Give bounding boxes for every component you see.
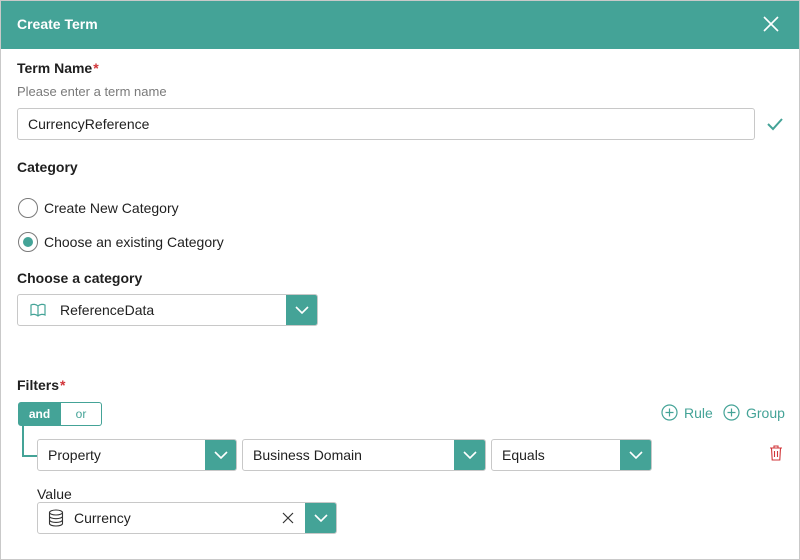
chevron-down-icon[interactable] <box>454 440 485 470</box>
rule-value-selected: Currency <box>74 510 131 526</box>
radio-button[interactable] <box>18 198 38 218</box>
add-circle-icon <box>723 404 740 421</box>
radio-choose-existing-category[interactable]: Choose an existing Category <box>18 231 224 253</box>
dialog-title: Create Term <box>17 16 98 32</box>
required-mark: * <box>60 377 66 393</box>
dialog-header: Create Term <box>1 1 799 49</box>
delete-rule-icon[interactable] <box>769 445 783 461</box>
rule-field-selected: Property <box>48 447 101 463</box>
required-mark: * <box>93 60 99 76</box>
term-name-value: CurrencyReference <box>28 116 150 132</box>
chevron-down-icon[interactable] <box>620 440 651 470</box>
radio-label: Choose an existing Category <box>44 234 224 250</box>
logic-toggle: and or <box>18 402 102 426</box>
term-name-label: Term Name* <box>17 60 99 76</box>
radio-button-selected[interactable] <box>18 232 38 252</box>
logic-and-button[interactable]: and <box>18 402 61 426</box>
chevron-down-icon[interactable] <box>286 295 317 325</box>
add-rule-button[interactable]: Rule <box>661 404 713 421</box>
filters-label: Filters* <box>17 377 66 393</box>
tree-connector <box>22 426 24 457</box>
rule-field-dropdown[interactable]: Property <box>37 439 237 471</box>
chevron-down-icon[interactable] <box>205 440 236 470</box>
chevron-down-icon[interactable] <box>305 503 336 533</box>
add-circle-icon <box>661 404 678 421</box>
category-label: Category <box>17 159 78 175</box>
rule-operator-dropdown[interactable]: Equals <box>491 439 652 471</box>
rule-operator-selected: Equals <box>502 447 545 463</box>
category-selected: ReferenceData <box>60 302 155 318</box>
rule-property-selected: Business Domain <box>253 447 362 463</box>
rule-value-dropdown[interactable]: Currency <box>37 502 337 534</box>
term-name-input[interactable]: CurrencyReference <box>17 108 755 140</box>
term-name-hint: Please enter a term name <box>17 84 167 99</box>
radio-create-new-category[interactable]: Create New Category <box>18 197 179 219</box>
clear-icon[interactable] <box>281 511 295 525</box>
radio-label: Create New Category <box>44 200 179 216</box>
book-icon <box>30 303 46 317</box>
checkmark-icon <box>766 117 784 131</box>
value-label: Value <box>37 486 72 502</box>
add-rule-label: Rule <box>684 404 713 421</box>
rule-property-dropdown[interactable]: Business Domain <box>242 439 486 471</box>
add-group-button[interactable]: Group <box>723 404 785 421</box>
category-dropdown[interactable]: ReferenceData <box>17 294 318 326</box>
database-icon <box>48 509 64 527</box>
choose-category-label: Choose a category <box>17 270 143 286</box>
tree-connector <box>22 455 37 457</box>
add-group-label: Group <box>746 404 785 421</box>
create-term-dialog: Create Term Term Name* Please enter a te… <box>0 0 800 560</box>
logic-or-button[interactable]: or <box>61 402 102 426</box>
close-icon[interactable] <box>761 14 781 34</box>
